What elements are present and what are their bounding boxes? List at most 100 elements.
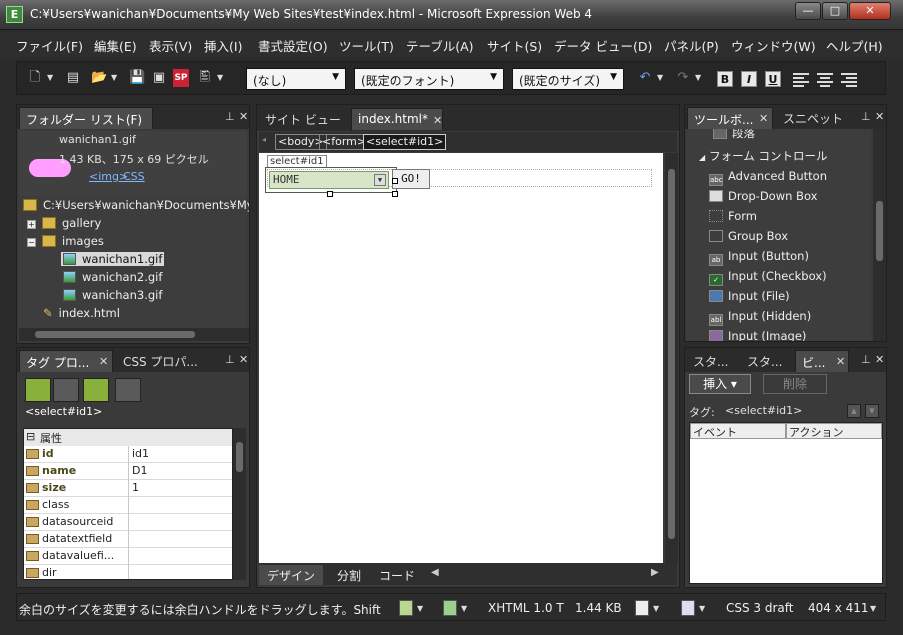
- resize-handle[interactable]: [327, 191, 333, 197]
- chevron-down-icon[interactable]: ▼: [217, 69, 225, 87]
- schema-icon[interactable]: [635, 600, 649, 616]
- close-icon[interactable]: ✕: [836, 355, 845, 368]
- scroll-left-icon[interactable]: ◀: [431, 567, 439, 578]
- chevron-down-icon[interactable]: ▼: [870, 600, 878, 618]
- tab-style-apply[interactable]: スタ...: [741, 350, 789, 372]
- crumb-select[interactable]: <select#id1>: [363, 134, 447, 150]
- menu-table[interactable]: テーブル(A): [406, 36, 474, 55]
- tag-icon[interactable]: [115, 378, 141, 402]
- style-application-icon[interactable]: [443, 600, 457, 616]
- menu-select[interactable]: HOME ▼: [269, 171, 389, 189]
- toolbox-item[interactable]: Drop-Down Box: [709, 189, 817, 203]
- collapse-icon[interactable]: ⊟: [26, 430, 35, 443]
- minimize-button[interactable]: —: [795, 2, 821, 20]
- close-icon[interactable]: ✕: [875, 353, 884, 366]
- chevron-down-icon[interactable]: ▼: [699, 600, 707, 618]
- close-icon[interactable]: ✕: [239, 110, 248, 123]
- toolbox-item[interactable]: Input (Image): [709, 329, 806, 341]
- save-icon[interactable]: 💾: [129, 69, 145, 87]
- close-icon[interactable]: ✕: [433, 114, 442, 127]
- property-row[interactable]: id id1: [24, 446, 232, 463]
- tab-css-properties[interactable]: CSS プロパ...: [117, 350, 209, 372]
- menu-panels[interactable]: パネル(P): [664, 36, 719, 55]
- page-size[interactable]: 404 x 411: [808, 601, 869, 615]
- italic-button[interactable]: I: [741, 71, 757, 87]
- scroll-left-icon[interactable]: ◂: [262, 135, 266, 144]
- sort-alpha-icon[interactable]: [53, 378, 79, 402]
- property-row[interactable]: name D1: [24, 463, 232, 480]
- expand-icon[interactable]: +: [27, 220, 36, 229]
- size-select[interactable]: (既定のサイズ) ▼: [512, 68, 624, 90]
- menu-view[interactable]: 表示(V): [149, 36, 192, 55]
- maximize-button[interactable]: □: [822, 2, 848, 20]
- doctype-indicator[interactable]: XHTML 1.0 T: [488, 601, 564, 615]
- column-action[interactable]: アクション: [786, 423, 882, 439]
- chevron-down-icon[interactable]: ▼: [111, 69, 119, 87]
- vertical-scrollbar[interactable]: [873, 129, 886, 341]
- menu-edit[interactable]: 編集(E): [94, 36, 137, 55]
- superpreview-icon[interactable]: SP: [173, 69, 189, 87]
- menu-dataview[interactable]: データ ビュー(D): [554, 36, 652, 55]
- open-folder-icon[interactable]: 📂: [91, 69, 107, 87]
- pin-icon[interactable]: ⊥: [861, 110, 871, 123]
- chevron-down-icon[interactable]: ▼: [695, 69, 703, 87]
- show-set-properties-icon[interactable]: [83, 378, 109, 402]
- horizontal-scrollbar[interactable]: [19, 328, 249, 341]
- toolbox-item[interactable]: abc Advanced Button: [709, 169, 827, 186]
- property-value[interactable]: id1: [132, 447, 149, 460]
- visual-aids-icon[interactable]: [399, 600, 413, 616]
- resize-handle[interactable]: [392, 191, 398, 197]
- menu-window[interactable]: ウィンドウ(W): [731, 36, 816, 55]
- underline-button[interactable]: U: [765, 71, 781, 87]
- property-value[interactable]: 1: [132, 481, 139, 494]
- tree-folder-images[interactable]: − images: [27, 234, 104, 248]
- toolbox-item[interactable]: abl Input (Hidden): [709, 309, 811, 326]
- tree-folder-gallery[interactable]: + gallery: [27, 216, 101, 230]
- menu-format[interactable]: 書式設定(O): [258, 36, 328, 55]
- insert-button[interactable]: 挿入 ▾: [689, 374, 751, 394]
- chevron-down-icon[interactable]: ▼: [653, 600, 661, 618]
- toolbox-item[interactable]: ✓ Input (Checkbox): [709, 269, 827, 286]
- new-page-icon[interactable]: 🗋: [27, 69, 43, 87]
- tree-file[interactable]: wanichan3.gif: [63, 288, 162, 302]
- menu-help[interactable]: ヘルプ(H): [826, 36, 883, 55]
- tree-file-index[interactable]: ✎ index.html: [43, 306, 120, 320]
- new-document-icon[interactable]: ▤: [65, 69, 81, 87]
- chevron-down-icon[interactable]: ▼: [657, 69, 665, 87]
- bold-button[interactable]: B: [717, 71, 733, 87]
- tab-design[interactable]: デザイン: [259, 565, 324, 585]
- tab-style[interactable]: スタ...: [687, 350, 735, 372]
- undo-icon[interactable]: ↶: [637, 69, 653, 87]
- css-schema-icon[interactable]: [681, 600, 695, 616]
- delete-button[interactable]: 削除: [763, 374, 827, 394]
- design-canvas[interactable]: select#id1 HOME ▼ GO!: [259, 153, 663, 564]
- tab-site-view[interactable]: サイト ビュー: [259, 108, 347, 130]
- chevron-down-icon[interactable]: ▼: [47, 69, 55, 87]
- collapse-icon[interactable]: −: [27, 238, 36, 247]
- close-button[interactable]: ✕: [849, 2, 891, 20]
- preview-browser-icon[interactable]: 🖺: [197, 69, 213, 87]
- toolbox-group-form[interactable]: ◢ フォーム コントロール: [699, 148, 827, 164]
- tree-file-selected[interactable]: wanichan1.gif: [61, 252, 165, 266]
- property-row[interactable]: size 1: [24, 480, 232, 497]
- toolbox-item[interactable]: Group Box: [709, 229, 788, 243]
- close-icon[interactable]: ✕: [239, 353, 248, 366]
- menu-site[interactable]: サイト(S): [487, 36, 542, 55]
- align-right-icon[interactable]: [841, 71, 857, 87]
- tab-code[interactable]: コード: [371, 565, 423, 585]
- align-center-icon[interactable]: [817, 71, 833, 87]
- column-event[interactable]: イベント: [690, 423, 786, 439]
- chevron-down-icon[interactable]: ▼: [461, 600, 469, 618]
- property-row[interactable]: dir: [24, 565, 232, 579]
- categorized-view-icon[interactable]: [25, 378, 51, 402]
- close-icon[interactable]: ✕: [759, 112, 768, 125]
- property-row[interactable]: datasourceid: [24, 514, 232, 531]
- tree-root[interactable]: C:¥Users¥wanichan¥Documents¥My Web: [23, 198, 249, 212]
- pin-icon[interactable]: ⊥: [225, 110, 235, 123]
- grid-section[interactable]: ⊟ 属性: [24, 429, 232, 446]
- menu-file[interactable]: ファイル(F): [16, 36, 83, 55]
- property-row[interactable]: class: [24, 497, 232, 514]
- tab-split[interactable]: 分割: [329, 565, 369, 585]
- move-up-icon[interactable]: ▲: [847, 404, 861, 418]
- style-select[interactable]: (なし) ▼: [246, 68, 346, 90]
